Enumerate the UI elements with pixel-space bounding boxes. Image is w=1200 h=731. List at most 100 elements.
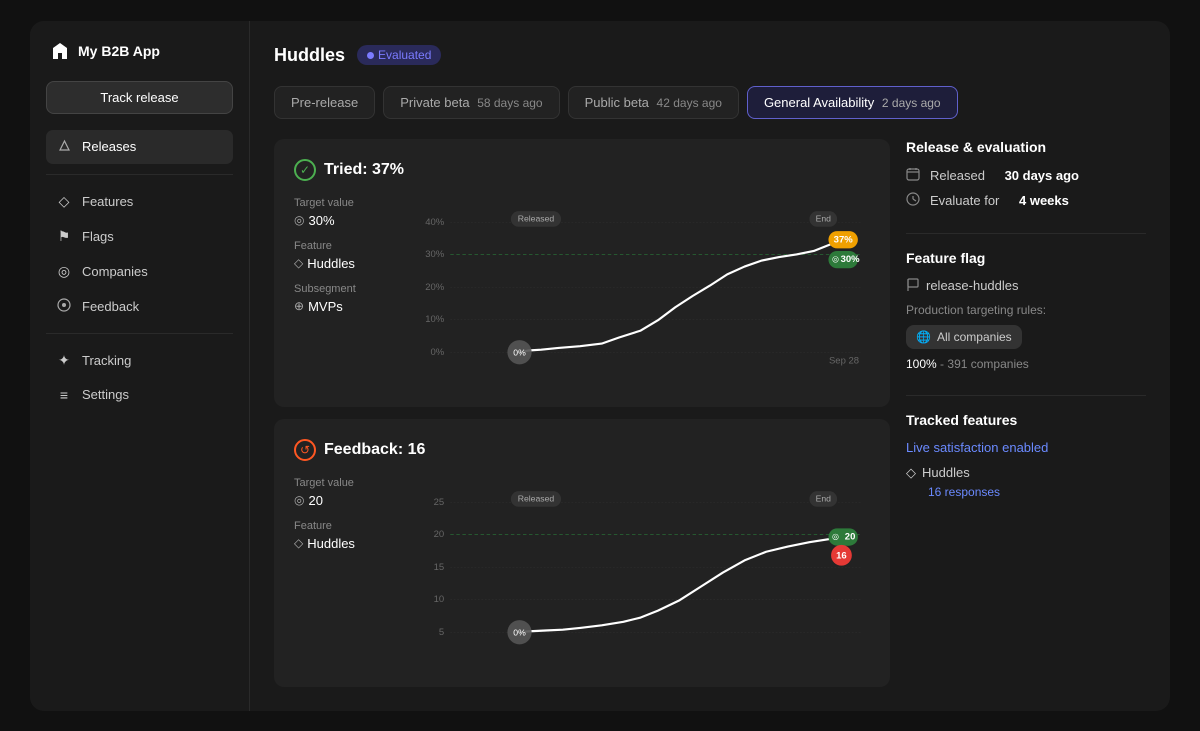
stage-tab-ga-time: 2 days ago (882, 96, 941, 110)
sidebar-item-tracking[interactable]: ✦ Tracking (46, 344, 233, 377)
feedback-icon (56, 298, 72, 315)
tried-chart-title: Tried: 37% (324, 161, 404, 179)
evaluate-value: 4 weeks (1019, 193, 1069, 208)
company-pct-row: 100% - 391 companies (906, 357, 1146, 371)
tried-subsegment-icon: ⊕ (294, 299, 304, 313)
tried-target-value: ◎ 30% (294, 213, 404, 228)
panel-divider-2 (906, 395, 1146, 396)
charts-area: ✓ Tried: 37% Target value ◎ 30% Feature (274, 139, 890, 687)
svg-text:End: End (816, 493, 832, 503)
release-stages: Pre-release Private beta 58 days ago Pub… (274, 86, 1146, 119)
tried-chart-meta: Target value ◎ 30% Feature ◇ Huddles Sub… (294, 197, 404, 387)
clock-icon (906, 192, 922, 209)
svg-text:10%: 10% (425, 313, 445, 324)
feedback-chart-icon: ↺ (294, 439, 316, 461)
feedback-chart-svg: 25 20 15 10 5 (420, 477, 870, 662)
svg-text:25: 25 (434, 497, 445, 508)
sidebar-divider-1 (46, 174, 233, 175)
sidebar-item-tracking-label: Tracking (82, 353, 131, 368)
tracked-feature-item: ◇ Huddles (906, 465, 1146, 481)
evaluate-label: Evaluate for (930, 193, 999, 208)
released-value: 30 days ago (1005, 168, 1079, 183)
production-label: Production targeting rules: (906, 303, 1146, 317)
stage-tab-private-beta-label: Private beta (400, 95, 469, 110)
tried-chart-svg: 40% 30% 20% 10% 0% (420, 197, 870, 382)
svg-text:10: 10 (434, 593, 445, 604)
feedback-feature-icon: ◇ (294, 536, 303, 550)
sidebar-item-features-label: Features (82, 194, 133, 209)
sidebar-item-flags-label: Flags (82, 229, 114, 244)
svg-text:0%: 0% (513, 627, 526, 637)
released-row: Released 30 days ago (906, 167, 1146, 184)
tracked-feature-name: Huddles (922, 465, 970, 480)
sidebar-item-feedback[interactable]: Feedback (46, 290, 233, 323)
sidebar-item-settings[interactable]: ≡ Settings (46, 379, 233, 411)
feedback-chart-card: ↺ Feedback: 16 Target value ◎ 20 Feature (274, 419, 890, 687)
svg-text:15: 15 (434, 561, 445, 572)
svg-text:Sep 28: Sep 28 (829, 355, 859, 366)
svg-text:16: 16 (836, 550, 847, 561)
tracking-icon: ✦ (56, 352, 72, 369)
evaluate-row: Evaluate for 4 weeks (906, 192, 1146, 209)
feedback-chart-body: Target value ◎ 20 Feature ◇ Huddles (294, 477, 870, 667)
app-container: My B2B App Track release Releases ◇ Feat… (30, 21, 1170, 711)
evaluated-dot (367, 52, 374, 59)
company-pct-value: 100% (906, 357, 937, 371)
sidebar-item-releases[interactable]: Releases (46, 130, 233, 164)
flags-icon: ⚑ (56, 228, 72, 245)
stage-tab-ga[interactable]: General Availability 2 days ago (747, 86, 958, 119)
page-header: Huddles Evaluated (274, 45, 1146, 66)
tracked-features-section: Tracked features Live satisfaction enabl… (906, 412, 1146, 499)
evaluated-badge: Evaluated (357, 45, 441, 65)
stage-tab-private-beta[interactable]: Private beta 58 days ago (383, 86, 559, 119)
stage-tab-pre-release[interactable]: Pre-release (274, 86, 375, 119)
sidebar-item-features[interactable]: ◇ Features (46, 185, 233, 218)
sidebar-item-flags[interactable]: ⚑ Flags (46, 220, 233, 253)
right-panel: Release & evaluation Released 30 days ag… (906, 139, 1146, 687)
company-count: 391 companies (947, 357, 1028, 371)
tried-target-icon: ◎ (294, 213, 304, 227)
feedback-feature-label: Feature (294, 520, 404, 532)
sidebar: My B2B App Track release Releases ◇ Feat… (30, 21, 250, 711)
tracked-feature-icon: ◇ (906, 465, 916, 481)
tried-subsegment-label: Subsegment (294, 283, 404, 295)
tracked-responses[interactable]: 16 responses (928, 485, 1146, 499)
stage-tab-private-beta-time: 58 days ago (477, 96, 542, 110)
sidebar-divider-2 (46, 333, 233, 334)
svg-text:37%: 37% (834, 234, 854, 245)
feature-flag-title: Feature flag (906, 250, 1146, 266)
panel-divider-1 (906, 233, 1146, 234)
feedback-chart-title: Feedback: 16 (324, 441, 425, 459)
track-release-button[interactable]: Track release (46, 81, 233, 114)
tried-feature-icon: ◇ (294, 256, 303, 270)
content-area: ✓ Tried: 37% Target value ◎ 30% Feature (274, 139, 1146, 687)
feedback-svg-container: 25 20 15 10 5 (420, 477, 870, 667)
sidebar-item-releases-label: Releases (82, 139, 136, 154)
svg-text:20%: 20% (425, 281, 445, 292)
companies-icon: ◎ (56, 263, 72, 280)
features-icon: ◇ (56, 193, 72, 210)
tried-feature-label: Feature (294, 240, 404, 252)
svg-text:20: 20 (434, 529, 445, 540)
feedback-chart-meta: Target value ◎ 20 Feature ◇ Huddles (294, 477, 404, 667)
sidebar-item-feedback-label: Feedback (82, 299, 139, 314)
release-eval-title: Release & evaluation (906, 139, 1146, 155)
svg-text:5: 5 (439, 626, 444, 637)
svg-text:20: 20 (845, 531, 856, 542)
svg-text:Released: Released (518, 493, 555, 503)
svg-text:40%: 40% (425, 217, 445, 228)
svg-text:◎: ◎ (832, 254, 839, 263)
flag-name-row: release-huddles (906, 278, 1146, 293)
flag-name-text: release-huddles (926, 278, 1019, 293)
app-name: My B2B App (78, 43, 160, 59)
sidebar-item-companies[interactable]: ◎ Companies (46, 255, 233, 288)
tried-subsegment-value: ⊕ MVPs (294, 299, 404, 314)
page-title: Huddles (274, 45, 345, 66)
settings-icon: ≡ (56, 387, 72, 403)
svg-text:30%: 30% (841, 254, 861, 265)
feedback-target-icon: ◎ (294, 493, 304, 507)
stage-tab-public-beta[interactable]: Public beta 42 days ago (568, 86, 739, 119)
svg-text:Released: Released (518, 213, 555, 223)
svg-text:◎: ◎ (832, 531, 839, 540)
tracked-link[interactable]: Live satisfaction enabled (906, 440, 1146, 455)
